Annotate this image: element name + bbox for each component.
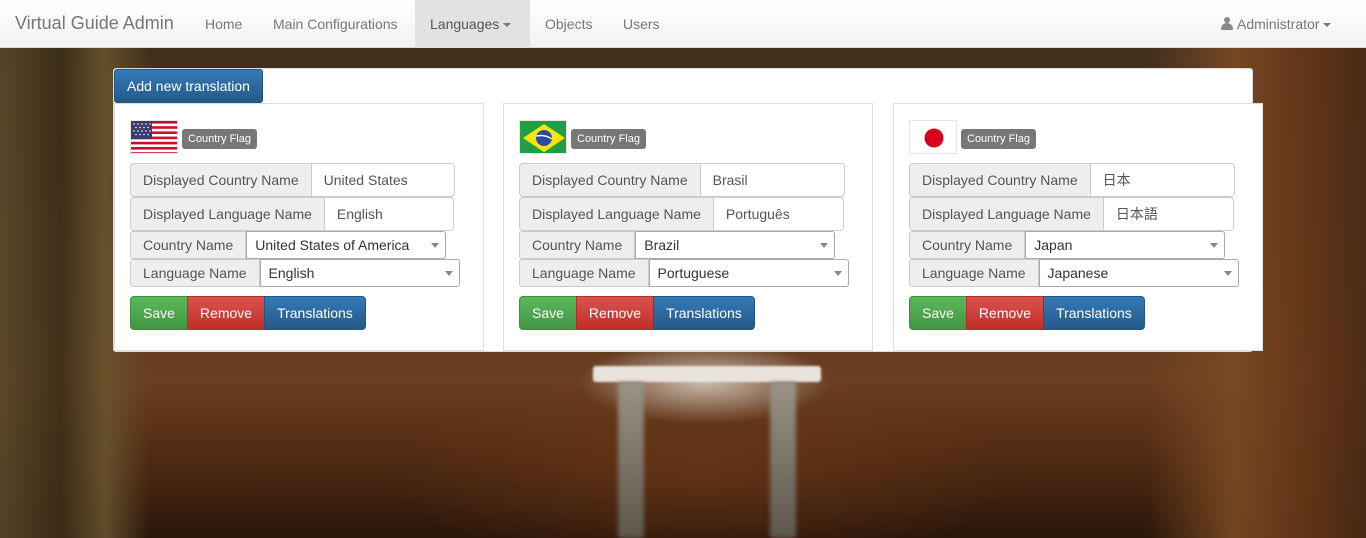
save-button[interactable]: Save [909,296,967,330]
displayed-language-input[interactable]: 日本語 [1103,197,1234,231]
translations-panel: Add new translation Country Flag Display… [113,68,1263,352]
country-select[interactable]: United States of America [246,231,447,259]
country-select-value: Brazil [644,237,680,253]
remove-button[interactable]: Remove [575,296,655,330]
nav-home[interactable]: Home [190,0,257,48]
displayed-language-group: Displayed Language Name Português [519,197,844,231]
displayed-language-label: Displayed Language Name [519,197,714,231]
country-name-label: Country Name [519,231,636,259]
nav-languages-label: Languages [430,16,500,32]
translations-button[interactable]: Translations [653,296,755,330]
displayed-country-group: Displayed Country Name Brasil [519,163,845,197]
displayed-country-label: Displayed Country Name [130,163,312,197]
translation-card: Country Flag Displayed Country Name Unit… [114,103,484,351]
brand[interactable]: Virtual Guide Admin [15,13,174,34]
country-select[interactable]: Japan [1025,231,1226,259]
user-menu[interactable]: Administrator [1206,0,1346,48]
displayed-language-label: Displayed Language Name [130,197,325,231]
language-select[interactable]: Japanese [1038,259,1239,287]
background-table-leg [618,382,644,538]
language-select-value: English [268,265,315,281]
language-select-value: Portuguese [657,265,730,281]
displayed-language-input[interactable]: English [324,197,454,231]
dropdown-arrow-icon [833,271,842,276]
language-select-group: Language Name Portuguese [519,259,849,287]
displayed-country-input[interactable]: Brasil [700,163,845,197]
displayed-language-label: Displayed Language Name [909,197,1104,231]
country-flag-label: Country Flag [182,129,257,149]
navbar: Virtual Guide Admin Home Main Configurat… [0,0,1366,48]
background-table [593,366,821,382]
nav-objects[interactable]: Objects [530,0,607,48]
country-select[interactable]: Brazil [635,231,836,259]
country-select-value: United States of America [255,237,410,253]
language-select-value: Japanese [1047,265,1109,281]
displayed-country-group: Displayed Country Name United States [130,163,455,197]
dropdown-arrow-icon [1210,243,1219,248]
displayed-country-label: Displayed Country Name [909,163,1091,197]
brazil-flag-icon [519,120,567,154]
country-name-label: Country Name [130,231,247,259]
card-actions: Save Remove Translations [909,296,1145,330]
nav-main-configurations[interactable]: Main Configurations [258,0,413,48]
language-select-group: Language Name English [130,259,460,287]
background-table-leg [770,382,796,538]
displayed-language-input[interactable]: Português [713,197,844,231]
translations-button[interactable]: Translations [1043,296,1145,330]
save-button[interactable]: Save [519,296,577,330]
country-select-group: Country Name United States of America [130,231,447,259]
nav-users[interactable]: Users [608,0,675,48]
us-flag-icon [130,120,178,154]
displayed-country-group: Displayed Country Name 日本 [909,163,1235,197]
dropdown-arrow-icon [820,243,829,248]
country-flag-label: Country Flag [571,129,646,149]
translations-button[interactable]: Translations [264,296,366,330]
displayed-country-input[interactable]: United States [311,163,455,197]
japan-flag-icon [909,120,957,154]
translation-card: Country Flag Displayed Country Name 日本 D… [893,103,1263,351]
displayed-language-group: Displayed Language Name 日本語 [909,197,1234,231]
language-select-group: Language Name Japanese [909,259,1239,287]
language-name-label: Language Name [130,259,260,287]
displayed-country-input[interactable]: 日本 [1090,163,1235,197]
dropdown-arrow-icon [1223,271,1232,276]
dropdown-arrow-icon [431,243,440,248]
add-translation-button[interactable]: Add new translation [114,69,263,103]
country-select-group: Country Name Brazil [519,231,836,259]
remove-button[interactable]: Remove [965,296,1045,330]
language-select[interactable]: Portuguese [648,259,849,287]
country-flag-label: Country Flag [961,129,1036,149]
nav-languages[interactable]: Languages [415,0,530,48]
language-name-label: Language Name [519,259,649,287]
user-menu-label: Administrator [1237,16,1320,32]
user-icon [1221,17,1233,30]
displayed-country-label: Displayed Country Name [519,163,701,197]
chevron-down-icon [1323,23,1332,28]
displayed-language-group: Displayed Language Name English [130,197,454,231]
language-select[interactable]: English [259,259,460,287]
country-name-label: Country Name [909,231,1026,259]
card-actions: Save Remove Translations [519,296,755,330]
card-actions: Save Remove Translations [130,296,366,330]
dropdown-arrow-icon [444,271,453,276]
country-select-value: Japan [1034,237,1073,253]
remove-button[interactable]: Remove [186,296,266,330]
country-select-group: Country Name Japan [909,231,1226,259]
language-name-label: Language Name [909,259,1039,287]
translation-card: Country Flag Displayed Country Name Bras… [503,103,873,351]
chevron-down-icon [503,23,512,28]
save-button[interactable]: Save [130,296,188,330]
